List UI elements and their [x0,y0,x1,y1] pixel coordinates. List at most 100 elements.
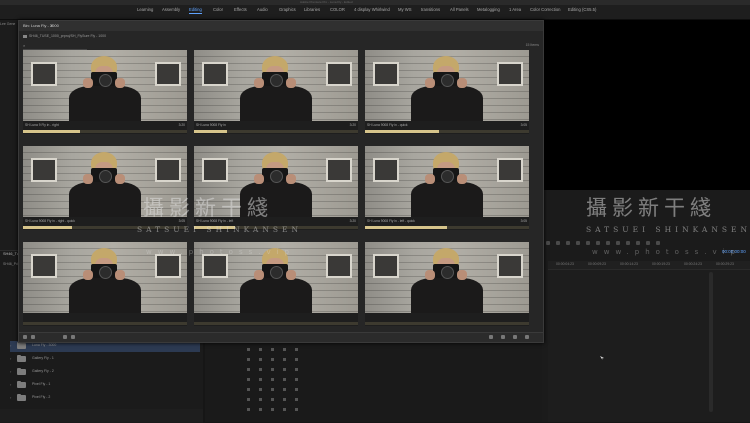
clip-progress-bar[interactable] [23,130,187,133]
clip-thumbnail[interactable]: SH Luna 9008 Fly in - left - quick 3:05 [365,146,529,230]
playback-button[interactable] [546,241,550,245]
bin-footer-button[interactable] [31,335,35,339]
track-toggle-icon[interactable] [247,398,250,401]
playback-button[interactable] [596,241,600,245]
track-toggle-icon[interactable] [283,368,286,371]
timeline-tracks[interactable] [548,270,750,422]
track-toggle-icon[interactable] [259,358,262,361]
track-toggle-icon[interactable] [295,348,298,351]
track-toggle-icon[interactable] [247,348,250,351]
chevron-right-icon[interactable]: › [10,395,11,400]
clip-progress-bar[interactable] [365,322,529,325]
track-toggle-icon[interactable] [259,408,262,411]
workspace-tab[interactable]: COLOR [330,5,345,14]
chevron-right-icon[interactable]: › [10,382,11,387]
track-toggle-icon[interactable] [271,348,274,351]
track-toggle-icon[interactable] [247,368,250,371]
chevron-right-icon[interactable]: › [10,343,11,348]
track-headers[interactable] [245,335,307,420]
playback-button[interactable] [616,241,620,245]
clip-thumbnail[interactable]: SH Luna 9008 Fly in 3:20 [194,50,358,134]
track-toggle-icon[interactable] [295,368,298,371]
track-toggle-icon[interactable] [271,358,274,361]
track-toggle-icon[interactable] [295,358,298,361]
track-toggle-icon[interactable] [283,358,286,361]
playback-button[interactable] [656,241,660,245]
workspace-tab[interactable]: 1 Area [509,5,521,14]
project-bin-item[interactable]: › Pixel Fly - 2 [10,393,200,404]
bin-title-bar[interactable]: Bin: Luna Fly - 3000 ✕ [19,21,543,31]
track-toggle-icon[interactable] [295,378,298,381]
bin-footer-button[interactable] [513,335,517,339]
clip-thumbnail[interactable] [365,242,529,326]
playback-button[interactable] [566,241,570,245]
clip-progress-bar[interactable] [23,322,187,325]
track-toggle-icon[interactable] [247,358,250,361]
clip-progress-bar[interactable] [194,130,358,133]
bin-search-input[interactable]: ⌕ [23,43,87,50]
track-toggle-icon[interactable] [271,388,274,391]
workspace-tab[interactable]: Editing (CS5.5) [568,5,596,14]
bin-footer-button[interactable] [23,335,27,339]
track-toggle-icon[interactable] [271,368,274,371]
clip-progress-bar[interactable] [365,130,529,133]
track-toggle-icon[interactable] [283,398,286,401]
timeline-ruler[interactable]: 00:00:04:23 00:00:09:23 00:00:14:23 00:00:1… [548,261,750,270]
track-toggle-icon[interactable] [259,348,262,351]
track-toggle-icon[interactable] [271,398,274,401]
playback-button[interactable] [646,241,650,245]
project-bin-item[interactable]: › Pixel Fly - 1 [10,380,200,391]
track-toggle-icon[interactable] [295,388,298,391]
bin-footer-button[interactable] [501,335,505,339]
track-toggle-icon[interactable] [259,378,262,381]
workspace-tab[interactable]: My WS [398,5,412,14]
track-toggle-icon[interactable] [283,378,286,381]
playback-button[interactable] [636,241,640,245]
workspace-tab[interactable]: Learning [137,5,153,14]
playback-button[interactable] [586,241,590,245]
track-toggle-icon[interactable] [295,398,298,401]
track-toggle-icon[interactable] [283,348,286,351]
playback-button[interactable] [606,241,610,245]
chevron-right-icon[interactable]: › [10,356,11,361]
workspace-tab[interactable]: Metalogging [477,5,500,14]
close-icon[interactable]: ✕ [50,23,53,28]
workspace-tab[interactable]: Libraries [304,5,320,14]
playback-button[interactable] [626,241,630,245]
track-toggle-icon[interactable] [247,378,250,381]
clip-thumbnail[interactable]: SH Luna 9 Fly in - right 3:20 [23,50,187,134]
project-bin-item[interactable]: › Gallery Fly - 1 [10,354,200,365]
workspace-tab[interactable]: Audio [257,5,268,14]
track-toggle-icon[interactable] [247,388,250,391]
track-toggle-icon[interactable] [259,368,262,371]
workspace-tab[interactable]: Assembly [162,5,180,14]
workspace-tab[interactable]: Effects [234,5,247,14]
playback-button[interactable] [556,241,560,245]
track-toggle-icon[interactable] [283,408,286,411]
bin-footer-button[interactable] [525,335,529,339]
workspace-tab[interactable]: All Panels [450,5,469,14]
clip-progress-bar[interactable] [365,226,529,229]
bin-footer-button[interactable] [489,335,493,339]
clip-progress-bar[interactable] [194,322,358,325]
track-toggle-icon[interactable] [259,388,262,391]
workspace-tab[interactable]: Color Correction [530,5,561,14]
timeline-scrollbar[interactable] [709,272,713,412]
track-toggle-icon[interactable] [271,408,274,411]
track-toggle-icon[interactable] [271,378,274,381]
track-toggle-icon[interactable] [247,408,250,411]
workspace-tab[interactable]: 4 display Whirlwind [354,5,390,14]
project-bin-item[interactable]: › Gallery Fly - 2 [10,367,200,378]
clip-thumbnail[interactable]: SH Luna 9008 Fly in - quick 3:05 [365,50,529,134]
track-toggle-icon[interactable] [259,398,262,401]
bin-footer-button[interactable] [71,335,75,339]
playback-button[interactable] [576,241,580,245]
track-toggle-icon[interactable] [295,408,298,411]
bin-footer-button[interactable] [63,335,67,339]
program-monitor[interactable] [542,20,750,190]
workspace-tab[interactable]: transitions [421,5,440,14]
track-toggle-icon[interactable] [283,388,286,391]
workspace-tab[interactable]: Editing [189,5,202,14]
chevron-right-icon[interactable]: › [10,369,11,374]
workspace-tab[interactable]: Graphics [279,5,296,14]
